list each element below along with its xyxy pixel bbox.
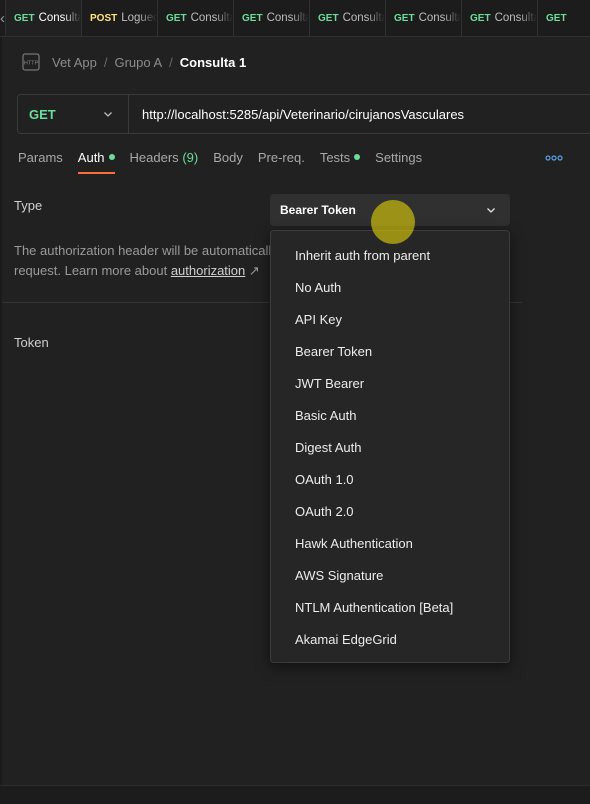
- breadcrumb-folder[interactable]: Grupo A: [114, 55, 162, 70]
- tab-method: GET: [394, 12, 415, 24]
- menu-item-aws-signature[interactable]: AWS Signature: [271, 559, 509, 591]
- auth-description-prefix: request. Learn more about: [14, 263, 171, 278]
- menu-item-basic-auth[interactable]: Basic Auth: [271, 399, 509, 431]
- tab-prereq-label: Pre-req.: [257, 150, 305, 165]
- status-bar: [0, 785, 590, 804]
- tab-prereq[interactable]: Pre-req.: [258, 150, 305, 174]
- tab-method: GET: [546, 12, 567, 24]
- auth-description: The authorization header will be automat…: [14, 241, 272, 285]
- tab-method: GET: [166, 12, 187, 24]
- token-label: Token: [14, 335, 49, 350]
- request-tab[interactable]: GET Consulta: [6, 0, 82, 36]
- status-dot: [354, 154, 361, 160]
- request-tab[interactable]: GET Consulta: [386, 0, 462, 36]
- menu-item-digest-auth[interactable]: Digest Auth: [271, 431, 509, 463]
- auth-type-label: Type: [14, 198, 43, 213]
- method-value: GET: [29, 106, 56, 122]
- left-edge: [0, 37, 2, 804]
- tab-settings[interactable]: Settings: [375, 150, 422, 174]
- tab-params[interactable]: Params: [18, 150, 63, 174]
- tab-fade: [139, 0, 157, 36]
- menu-item-bearer-token[interactable]: Bearer Token: [271, 335, 509, 367]
- method-select[interactable]: GET: [18, 95, 129, 133]
- auth-description-line1: The authorization header will be automat…: [14, 243, 272, 258]
- more-horizontal-icon[interactable]: [545, 153, 563, 163]
- menu-item-hawk-authentication[interactable]: Hawk Authentication: [271, 527, 509, 559]
- tab-fade: [63, 0, 81, 36]
- tab-params-label: Params: [18, 150, 63, 165]
- request-tab[interactable]: POST Logueo: [82, 0, 158, 36]
- tab-settings-label: Settings: [375, 150, 423, 165]
- tab-method: GET: [14, 12, 35, 24]
- tab-fade: [291, 0, 309, 36]
- request-tab[interactable]: GET Consulta: [158, 0, 234, 36]
- breadcrumb-separator: /: [103, 54, 108, 70]
- menu-item-akamai-edgegrid[interactable]: Akamai EdgeGrid: [271, 623, 509, 655]
- request-tab[interactable]: GET Consulta: [462, 0, 538, 36]
- request-title[interactable]: Consulta 1: [180, 55, 246, 70]
- tab-fade: [215, 0, 233, 36]
- url-input[interactable]: [129, 95, 590, 133]
- tab-method: POST: [90, 12, 118, 24]
- request-tab[interactable]: GET Consulta: [234, 0, 310, 36]
- request-tabs: Params Auth Headers (9) Body Pre-req. Te…: [18, 150, 437, 176]
- menu-item-no-auth[interactable]: No Auth: [271, 271, 509, 303]
- menu-item-ntlm-authentication[interactable]: NTLM Authentication [Beta]: [271, 591, 509, 623]
- tab-fade: [443, 0, 461, 36]
- cursor-highlight: [371, 200, 415, 244]
- tab-body-label: Body: [213, 150, 243, 165]
- chevron-down-icon: [104, 112, 112, 117]
- auth-description-line2: request. Learn more about authorization …: [14, 263, 260, 278]
- tab-headers[interactable]: Headers (9): [130, 150, 199, 174]
- menu-item-oauth-2[interactable]: OAuth 2.0: [271, 495, 509, 527]
- status-dot: [108, 154, 115, 160]
- tab-body[interactable]: Body: [213, 150, 243, 174]
- menu-item-oauth-1[interactable]: OAuth 1.0: [271, 463, 509, 495]
- tab-tests-label: Tests: [319, 150, 351, 165]
- tab-method: GET: [470, 12, 491, 24]
- auth-type-menu: Inherit auth from parent No Auth API Key…: [270, 230, 510, 663]
- breadcrumb-workspace[interactable]: Vet App: [52, 55, 97, 70]
- tab-tests[interactable]: Tests: [319, 150, 361, 174]
- request-tab-strip: ‹ GET Consulta POST Logueo GET Consulta …: [0, 0, 590, 37]
- tab-fade: [519, 0, 537, 36]
- tab-auth[interactable]: Auth: [77, 150, 115, 174]
- http-icon: HTTP: [22, 53, 40, 71]
- tab-method: GET: [242, 12, 263, 24]
- tab-fade: [367, 0, 385, 36]
- tab-headers-label: Headers: [129, 150, 179, 165]
- breadcrumb-separator: /: [169, 54, 173, 70]
- chevron-down-icon: [487, 208, 495, 213]
- external-link-icon: ↗: [248, 263, 260, 278]
- url-bar: GET: [17, 94, 590, 134]
- svg-text:HTTP: HTTP: [24, 61, 39, 67]
- menu-item-jwt-bearer[interactable]: JWT Bearer: [271, 367, 509, 399]
- menu-item-api-key[interactable]: API Key: [271, 303, 509, 335]
- authorization-link[interactable]: authorization: [171, 263, 245, 278]
- tab-auth-label: Auth: [77, 150, 105, 165]
- headers-count: (9): [182, 150, 199, 165]
- request-tab[interactable]: GET Consulta: [310, 0, 386, 36]
- request-tab[interactable]: GET: [538, 0, 590, 36]
- breadcrumb: HTTP Vet App / Grupo A / Consulta 1: [22, 52, 246, 72]
- tab-method: GET: [318, 12, 339, 24]
- auth-type-value: Bearer Token: [280, 203, 356, 217]
